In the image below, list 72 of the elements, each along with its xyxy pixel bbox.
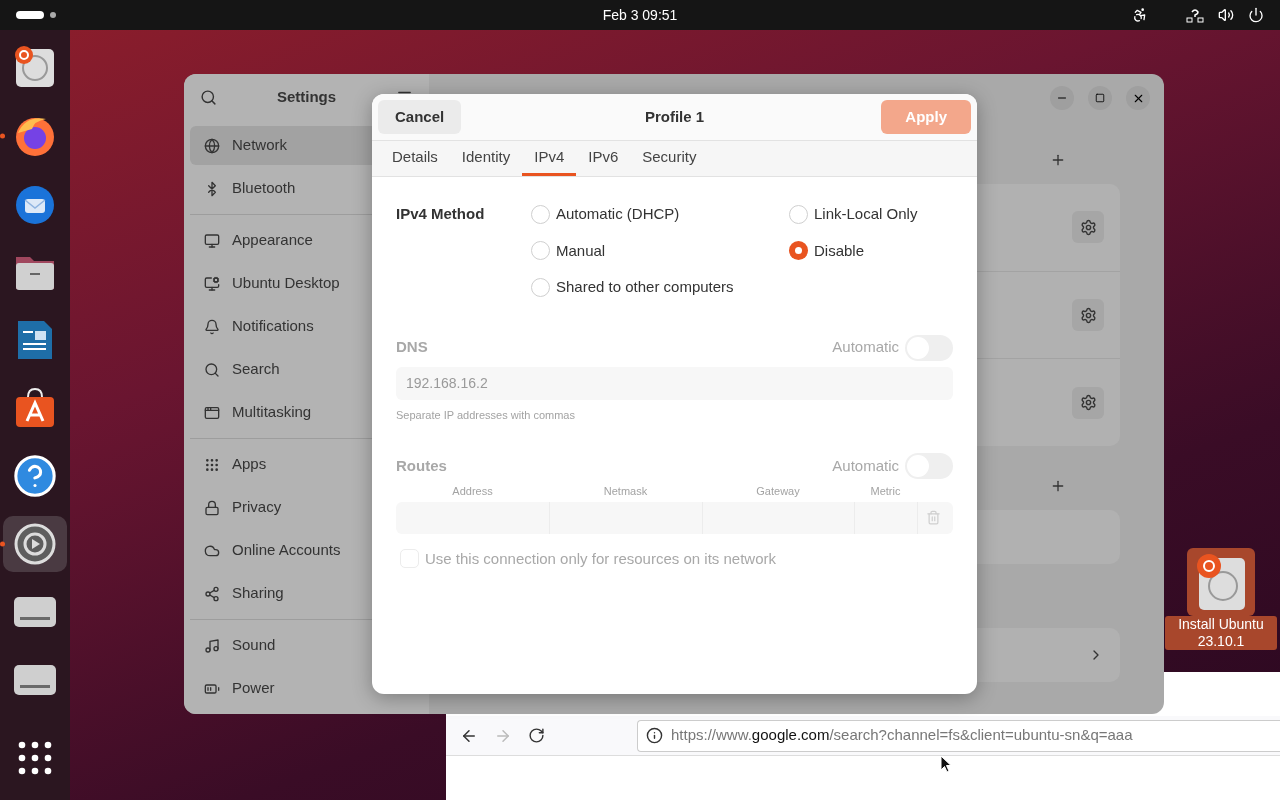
radio-option[interactable]: Automatic (DHCP)	[531, 203, 789, 226]
installer-icon[interactable]	[1187, 548, 1255, 616]
gear-icon	[12, 521, 58, 567]
automatic-label: Automatic	[832, 455, 899, 476]
section-label: Routes	[396, 455, 447, 476]
running-indicator	[0, 541, 5, 547]
radio-option[interactable]: Link-Local Only	[789, 203, 918, 226]
minimize-button[interactable]	[1050, 86, 1074, 110]
sidebar-item-icon	[204, 404, 220, 421]
hint-text: Separate IP addresses with commas	[396, 407, 576, 423]
settings-button[interactable]	[1072, 211, 1104, 244]
column-header: Metric	[869, 484, 902, 499]
sidebar-item-icon	[204, 137, 220, 154]
accessibility-icon[interactable]	[1132, 7, 1148, 23]
search-icon[interactable]	[200, 88, 217, 106]
gear-icon	[1079, 218, 1097, 236]
sidebar-item[interactable]: Appearance	[190, 221, 423, 260]
sidebar-item-icon	[204, 585, 220, 602]
automatic-label: Automatic	[832, 337, 899, 358]
sidebar-item-icon	[204, 318, 220, 335]
add-icon[interactable]	[1050, 152, 1066, 168]
help-icon	[12, 453, 58, 499]
window-title: Settings	[276, 86, 337, 107]
dialog-title: Profile 1	[644, 106, 705, 127]
volume-icon[interactable]	[1218, 7, 1234, 23]
workspace-indicator[interactable]	[50, 12, 56, 18]
settings-button[interactable]	[1072, 299, 1104, 331]
clock[interactable]: Feb 3 09:51	[602, 4, 678, 26]
tab[interactable]: Security	[630, 141, 709, 176]
close-button[interactable]	[1126, 86, 1150, 110]
gear-icon	[1079, 306, 1097, 324]
radio-option[interactable]: Manual	[531, 239, 789, 262]
url-text: https://www.google.com/search?channel=fs&client=ubuntu-sn&q=aaa	[671, 725, 1133, 746]
add-icon[interactable]	[1050, 478, 1066, 494]
tab[interactable]: IPv4	[522, 141, 577, 176]
column-header: Address	[451, 484, 494, 499]
column-header: Gateway	[755, 484, 801, 499]
sidebar-item[interactable]: Power	[190, 669, 423, 708]
sidebar-item-icon	[204, 275, 220, 292]
sidebar-item-icon	[204, 637, 220, 654]
sidebar-item[interactable]: Sharing	[190, 574, 423, 613]
checkbox-label: Use this connection only for resources on its network	[425, 548, 776, 569]
running-indicator	[0, 133, 5, 139]
tab[interactable]: Identity	[449, 141, 523, 176]
sidebar-item[interactable]: Ubuntu Desktop	[190, 264, 423, 303]
tab[interactable]: IPv6	[576, 141, 631, 176]
desktop-icon-label[interactable]: Install Ubuntu 23.10.1	[1165, 616, 1277, 650]
sidebar-item-icon	[204, 499, 220, 516]
section-label: DNS	[396, 337, 428, 358]
reload-button[interactable]	[528, 727, 545, 744]
sidebar-item[interactable]: Sound	[190, 626, 423, 665]
sidebar-item-icon	[204, 361, 220, 378]
sidebar-item-icon	[204, 456, 220, 473]
radio-option[interactable]: Shared to other computers	[531, 276, 789, 299]
workspace-indicator[interactable]	[16, 11, 44, 19]
sidebar-item[interactable]: Online Accounts	[190, 531, 423, 570]
address-bar[interactable]: https://www.google.com/search?channel=fs&client=ubuntu-sn&q=aaa	[637, 719, 1280, 752]
gear-icon	[1079, 394, 1097, 412]
info-icon[interactable]	[646, 727, 663, 744]
sidebar-item[interactable]: Privacy	[190, 488, 423, 527]
maximize-button[interactable]	[1088, 86, 1112, 110]
dock-item[interactable]	[3, 516, 67, 572]
column-header: Netmask	[602, 484, 649, 499]
radio-option[interactable]: Disable	[789, 239, 918, 262]
radio-button[interactable]	[789, 241, 808, 261]
cancel-button[interactable]: Cancel	[378, 100, 462, 134]
network-question-icon[interactable]	[1186, 7, 1204, 23]
settings-button[interactable]	[1072, 386, 1104, 419]
maximize-icon	[1095, 93, 1105, 103]
power-icon[interactable]	[1248, 7, 1264, 23]
sidebar-item-icon	[204, 232, 220, 249]
app-grid-icon	[18, 741, 52, 775]
